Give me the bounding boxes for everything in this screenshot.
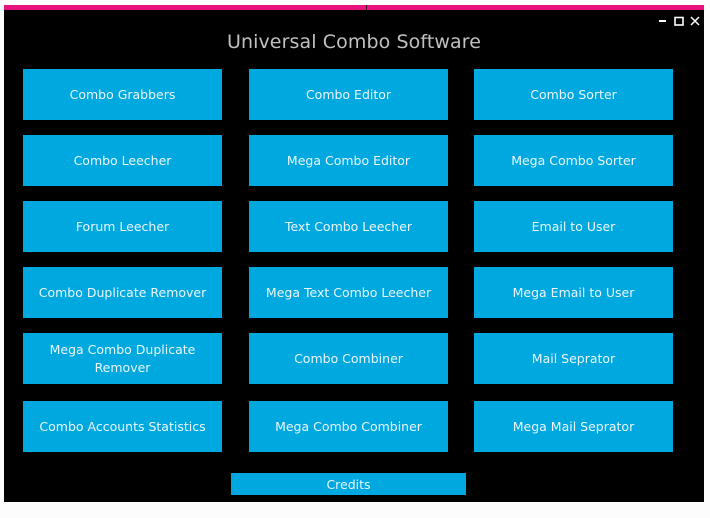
close-button[interactable] <box>690 15 700 27</box>
mega-combo-editor-button[interactable]: Mega Combo Editor <box>249 135 448 186</box>
maximize-button[interactable] <box>674 15 684 27</box>
credits-button[interactable]: Credits <box>231 473 466 495</box>
accent-bar-divider <box>366 5 367 10</box>
combo-editor-button[interactable]: Combo Editor <box>249 69 448 120</box>
mega-combo-duplicate-remover-button[interactable]: Mega Combo Duplicate Remover <box>23 333 222 384</box>
window-top-accent-bar[interactable] <box>4 5 704 10</box>
mega-mail-seprator-button[interactable]: Mega Mail Seprator <box>474 401 673 452</box>
mega-combo-sorter-button[interactable]: Mega Combo Sorter <box>474 135 673 186</box>
forum-leecher-button[interactable]: Forum Leecher <box>23 201 222 252</box>
mega-combo-combiner-button[interactable]: Mega Combo Combiner <box>249 401 448 452</box>
minimize-icon <box>659 20 666 22</box>
combo-leecher-button[interactable]: Combo Leecher <box>23 135 222 186</box>
combo-combiner-button[interactable]: Combo Combiner <box>249 333 448 384</box>
combo-duplicate-remover-button[interactable]: Combo Duplicate Remover <box>23 267 222 318</box>
close-icon <box>690 16 700 26</box>
mega-email-to-user-button[interactable]: Mega Email to User <box>474 267 673 318</box>
minimize-button[interactable] <box>658 15 668 27</box>
mail-seprator-button[interactable]: Mail Seprator <box>474 333 673 384</box>
combo-sorter-button[interactable]: Combo Sorter <box>474 69 673 120</box>
combo-accounts-statistics-button[interactable]: Combo Accounts Statistics <box>23 401 222 452</box>
maximize-icon <box>674 16 684 26</box>
combo-grabbers-button[interactable]: Combo Grabbers <box>23 69 222 120</box>
email-to-user-button[interactable]: Email to User <box>474 201 673 252</box>
app-window: Universal Combo Software Combo Grabbers … <box>4 5 704 502</box>
text-combo-leecher-button[interactable]: Text Combo Leecher <box>249 201 448 252</box>
app-title: Universal Combo Software <box>226 31 482 53</box>
mega-text-combo-leecher-button[interactable]: Mega Text Combo Leecher <box>249 267 448 318</box>
window-controls <box>658 14 700 28</box>
